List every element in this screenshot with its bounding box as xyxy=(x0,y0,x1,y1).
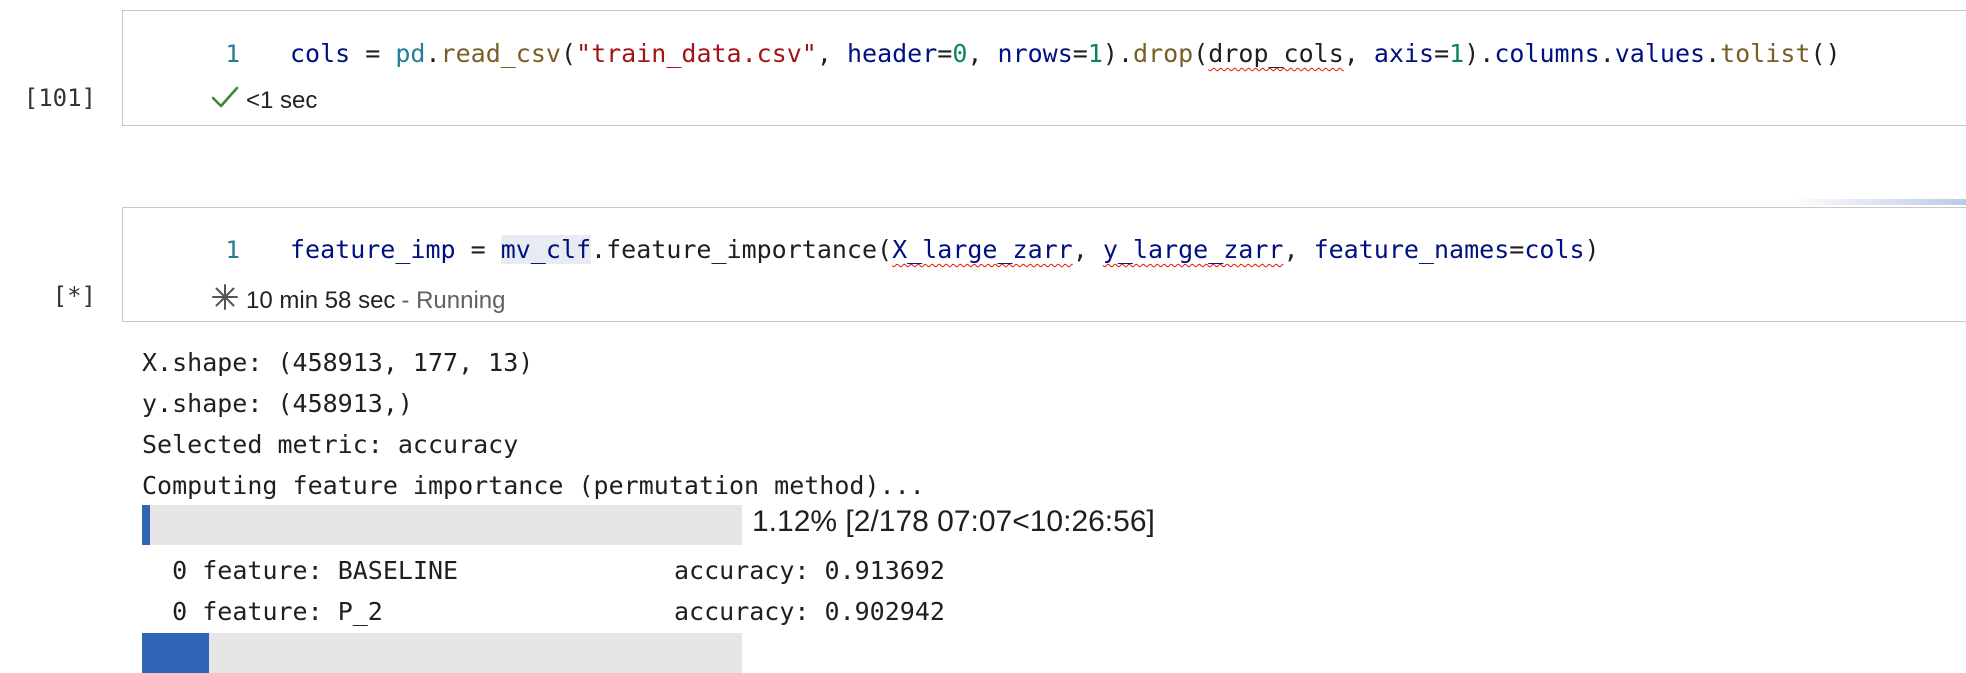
spinner-icon xyxy=(210,282,240,319)
code-token: cols xyxy=(1524,235,1585,264)
progress-fill xyxy=(142,505,150,545)
code-token: ). xyxy=(1464,39,1495,68)
code-token: pd xyxy=(395,39,426,68)
output-line: y.shape: (458913,) xyxy=(142,389,413,418)
code-token: = xyxy=(1434,39,1450,68)
progress-bar xyxy=(142,505,742,545)
status-time: 10 min 58 sec xyxy=(246,286,396,314)
code-token: = xyxy=(350,39,396,68)
code-token: read_csv xyxy=(440,39,561,68)
output-line: Selected metric: accuracy xyxy=(142,430,519,459)
code-token: cols xyxy=(290,39,351,68)
execution-count: [*] xyxy=(52,282,96,310)
code-token-undefined: drop_cols xyxy=(1208,39,1344,68)
code-token: values xyxy=(1614,39,1706,68)
output-line: Computing feature importance (permutatio… xyxy=(142,471,925,500)
output-line: X.shape: (458913, 177, 13) xyxy=(142,348,534,377)
progress-text: 1.12% [2/178 07:07<10:26:56] xyxy=(752,505,1155,538)
check-icon xyxy=(210,84,240,117)
cell-status: 10 min 58 sec - Running xyxy=(210,282,505,319)
code-token: = xyxy=(1509,235,1525,264)
progress-bar xyxy=(142,633,742,673)
cell-status: <1 sec xyxy=(210,84,317,117)
progress-fill xyxy=(142,633,210,673)
code-token-undefined: y_large_zarr xyxy=(1102,235,1284,264)
code-token: , xyxy=(816,39,847,68)
code-token: , xyxy=(1343,39,1374,68)
code-token: ) xyxy=(1584,235,1600,264)
code-token: tolist xyxy=(1720,39,1811,68)
code-token: ). xyxy=(1102,39,1134,68)
line-number: 1 xyxy=(225,236,240,264)
status-time: <1 sec xyxy=(246,86,318,114)
code-token-highlighted: mv_clf xyxy=(500,235,592,264)
status-state: - Running xyxy=(401,286,506,314)
execution-count: [101] xyxy=(23,84,96,112)
code-token: feature_names xyxy=(1313,235,1510,264)
line-number: 1 xyxy=(225,40,240,68)
row-index: 0 xyxy=(172,556,188,585)
code-token: . xyxy=(1705,39,1721,68)
code-token: drop xyxy=(1133,39,1194,68)
code-token: = xyxy=(1072,39,1088,68)
code-token: "train_data.csv" xyxy=(576,39,817,68)
code-token: . xyxy=(1599,39,1615,68)
code-token: ( xyxy=(877,235,893,264)
code-token: header xyxy=(846,39,938,68)
code-cell[interactable] xyxy=(122,10,1966,126)
code-token: = xyxy=(937,39,953,68)
code-line[interactable]: cols = pd.read_csv("train_data.csv", hea… xyxy=(290,39,1841,68)
code-token: 1 xyxy=(1087,39,1103,68)
code-token: . xyxy=(591,235,607,264)
code-token: , xyxy=(1283,235,1314,264)
code-token: nrows xyxy=(997,39,1073,68)
row-metric: accuracy: 0.913692 xyxy=(674,556,945,585)
row-index: 0 xyxy=(172,597,188,626)
code-token: . xyxy=(425,39,441,68)
code-token: feature_importance xyxy=(606,235,878,264)
code-token-undefined: X_large_zarr xyxy=(892,235,1073,264)
row-metric: accuracy: 0.902942 xyxy=(674,597,945,626)
code-token: 1 xyxy=(1449,39,1465,68)
execution-indicator xyxy=(1786,199,1966,205)
code-token: () xyxy=(1810,39,1841,68)
code-token: columns xyxy=(1494,39,1600,68)
code-token: 0 xyxy=(952,39,968,68)
code-token: ( xyxy=(1193,39,1209,68)
result-row: 0 feature: P_2 accuracy: 0.902942 xyxy=(142,597,945,626)
code-line[interactable]: feature_imp = mv_clf.feature_importance(… xyxy=(290,235,1600,264)
code-token: axis xyxy=(1373,39,1435,68)
code-token: , xyxy=(967,39,998,68)
result-row: 0 feature: BASELINE accuracy: 0.913692 xyxy=(142,556,945,585)
code-token: ( xyxy=(560,39,577,68)
row-feature: feature: BASELINE xyxy=(202,556,459,585)
row-feature: feature: P_2 xyxy=(202,597,383,626)
code-token: , xyxy=(1072,235,1103,264)
code-token: feature_imp xyxy=(290,235,456,264)
code-token: = xyxy=(455,235,501,264)
